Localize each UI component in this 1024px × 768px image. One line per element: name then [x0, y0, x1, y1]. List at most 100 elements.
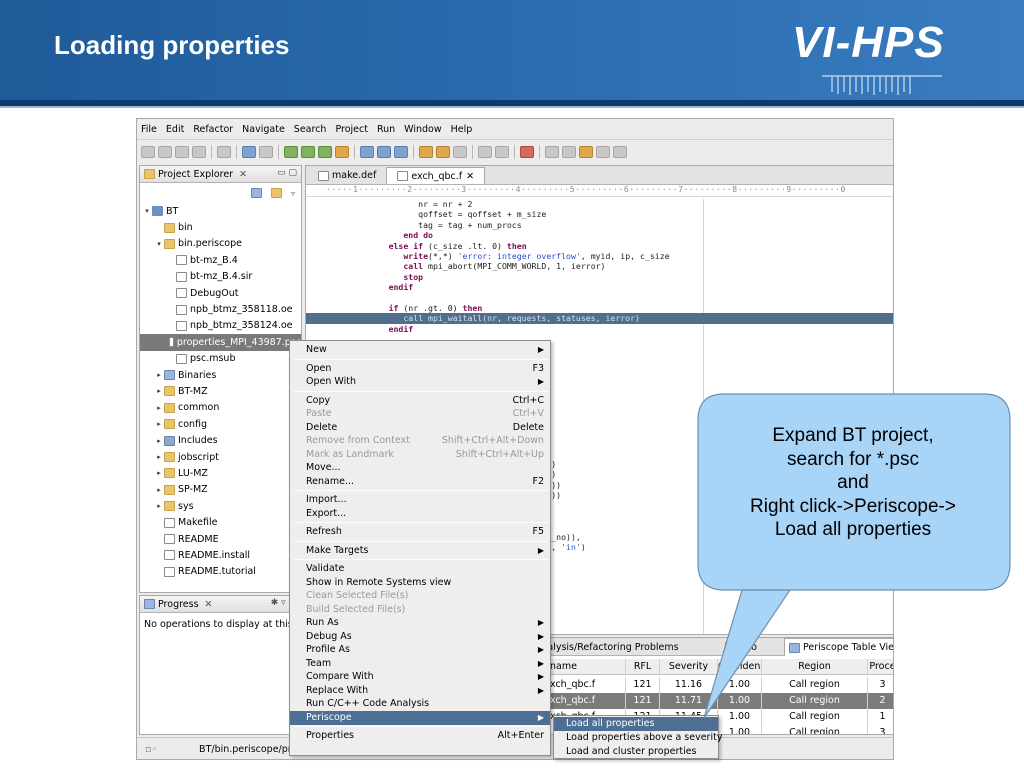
periscope-menu-item[interactable]: Load and cluster properties — [554, 745, 718, 759]
last-edit-icon[interactable] — [579, 145, 593, 158]
tree-item[interactable]: DebugOut — [140, 285, 301, 301]
view-menu-icon[interactable]: ▿ — [291, 189, 295, 198]
menu-navigate[interactable]: Navigate — [242, 124, 285, 135]
tree-item[interactable]: Makefile — [140, 514, 301, 530]
tree-item[interactable]: ▾ BT — [140, 203, 301, 219]
tree-item[interactable]: README.tutorial — [140, 564, 301, 580]
bottom-view-tab[interactable]: Periscope Table View ✕ — [784, 638, 893, 656]
open-type-icon[interactable] — [436, 145, 450, 158]
menu-item-open-with[interactable]: Open With ▶ — [290, 375, 550, 389]
progress-tab[interactable]: Progress ✕ ✱ ▿ ▭ — [140, 596, 301, 613]
link-editor-icon[interactable] — [270, 188, 282, 198]
block-select-icon[interactable] — [495, 145, 509, 158]
menu-item-delete[interactable]: Delete Delete — [290, 421, 550, 435]
expand-toggle-icon[interactable]: ▸ — [154, 469, 164, 477]
close-icon[interactable]: ✕ — [205, 599, 213, 610]
expand-toggle-icon[interactable]: ▾ — [154, 240, 164, 248]
menu-item-show-in-remote-systems-view[interactable]: Show in Remote Systems view — [290, 576, 550, 590]
run-icon[interactable] — [301, 145, 315, 158]
menu-file[interactable]: File — [141, 124, 157, 135]
periscope-menu-item[interactable]: Load all properties — [554, 717, 718, 731]
pencil-icon[interactable] — [453, 145, 467, 158]
forward-icon[interactable] — [613, 145, 627, 158]
toggle-mark-icon[interactable] — [478, 145, 492, 158]
tree-item[interactable]: ▸ config — [140, 416, 301, 432]
save-all-icon[interactable] — [175, 145, 189, 158]
open-folder-icon[interactable] — [419, 145, 433, 158]
tree-item[interactable]: ▸ Binaries — [140, 367, 301, 383]
menu-item-export[interactable]: Export... — [290, 507, 550, 521]
menu-item-import[interactable]: Import... — [290, 493, 550, 507]
periscope-menu-item[interactable]: Load properties above a severity — [554, 731, 722, 745]
tree-item[interactable]: npb_btmz_358124.oe — [140, 318, 301, 334]
tree-item[interactable]: bt-mz_B.4 — [140, 252, 301, 268]
close-icon[interactable]: ✕ — [466, 171, 474, 182]
next-annotation-icon[interactable] — [545, 145, 559, 158]
expand-toggle-icon[interactable]: ▸ — [154, 420, 164, 428]
menu-item-rename[interactable]: Rename... F2 — [290, 475, 550, 489]
stop-icon[interactable] — [520, 145, 534, 158]
menu-run[interactable]: Run — [377, 124, 395, 135]
build-icon[interactable] — [217, 145, 231, 158]
close-icon[interactable]: ✕ — [239, 169, 247, 180]
save-icon[interactable] — [158, 145, 172, 158]
menu-project[interactable]: Project — [335, 124, 368, 135]
menu-item-validate[interactable]: Validate — [290, 562, 550, 576]
tree-item[interactable]: ▸ Includes — [140, 432, 301, 448]
menu-item-run-c-c-code-analysis[interactable]: Run C/C++ Code Analysis — [290, 697, 550, 711]
menu-item-move[interactable]: Move... — [290, 461, 550, 475]
menu-item-open[interactable]: Open F3 — [290, 362, 550, 376]
target-icon[interactable] — [242, 145, 256, 158]
menu-item-profile-as[interactable]: Profile As ▶ — [290, 643, 550, 657]
tree-item[interactable]: properties_MPI_43987.psc — [140, 334, 301, 351]
new-project-icon[interactable] — [360, 145, 374, 158]
expand-toggle-icon[interactable]: ▾ — [142, 207, 152, 215]
hammer-icon[interactable] — [259, 145, 273, 158]
debug-icon[interactable] — [284, 145, 298, 158]
menu-edit[interactable]: Edit — [166, 124, 184, 135]
tree-item[interactable]: ▸ sys — [140, 498, 301, 514]
tree-item[interactable]: bt-mz_B.4.sir — [140, 269, 301, 285]
tree-item[interactable]: npb_btmz_358118.oe — [140, 301, 301, 317]
tree-item[interactable]: ▸ jobscript — [140, 449, 301, 465]
tree-item[interactable]: ▸ LU-MZ — [140, 465, 301, 481]
editor-tab[interactable]: make.def — [308, 167, 386, 184]
minimize-maximize-icon[interactable]: ▭ ▢ — [277, 168, 297, 178]
menu-item-debug-as[interactable]: Debug As ▶ — [290, 630, 550, 644]
expand-toggle-icon[interactable]: ▸ — [154, 404, 164, 412]
menu-item-copy[interactable]: Copy Ctrl+C — [290, 394, 550, 408]
collapse-all-icon[interactable] — [250, 188, 262, 198]
menu-item-compare-with[interactable]: Compare With ▶ — [290, 670, 550, 684]
tree-item[interactable]: README — [140, 531, 301, 547]
expand-toggle-icon[interactable]: ▸ — [154, 502, 164, 510]
menu-item-new[interactable]: New ▶ — [290, 343, 550, 357]
menu-item-make-targets[interactable]: Make Targets ▶ — [290, 544, 550, 558]
print-icon[interactable] — [192, 145, 206, 158]
menu-help[interactable]: Help — [451, 124, 473, 135]
expand-toggle-icon[interactable]: ▸ — [154, 371, 164, 379]
expand-toggle-icon[interactable]: ▸ — [154, 437, 164, 445]
bottom-view-tab[interactable]: Boo — [721, 638, 761, 656]
editor-tab[interactable]: exch_qbc.f ✕ — [386, 167, 486, 184]
menu-refactor[interactable]: Refactor — [193, 124, 233, 135]
run-external-icon[interactable] — [318, 145, 332, 158]
back-icon[interactable] — [596, 145, 610, 158]
menu-search[interactable]: Search — [294, 124, 327, 135]
tree-item[interactable]: ▾ bin.periscope — [140, 236, 301, 252]
expand-toggle-icon[interactable]: ▸ — [154, 453, 164, 461]
menu-item-refresh[interactable]: Refresh F5 — [290, 525, 550, 539]
expand-toggle-icon[interactable]: ▸ — [154, 387, 164, 395]
tree-item[interactable]: ▸ BT-MZ — [140, 383, 301, 399]
tree-item[interactable]: psc.msub — [140, 351, 301, 367]
project-explorer-tab[interactable]: Project Explorer ✕ ▭ ▢ — [140, 166, 301, 183]
fast-view-icon[interactable]: ▫◦ — [145, 744, 157, 755]
profile-icon[interactable] — [335, 145, 349, 158]
menu-item-periscope[interactable]: Periscope ▶ — [290, 710, 550, 725]
prev-annotation-icon[interactable] — [562, 145, 576, 158]
menu-item-replace-with[interactable]: Replace With ▶ — [290, 684, 550, 698]
expand-toggle-icon[interactable]: ▸ — [154, 486, 164, 494]
new-folder-icon[interactable] — [377, 145, 391, 158]
tree-item[interactable]: bin — [140, 219, 301, 235]
menu-item-run-as[interactable]: Run As ▶ — [290, 616, 550, 630]
tree-item[interactable]: README.install — [140, 547, 301, 563]
